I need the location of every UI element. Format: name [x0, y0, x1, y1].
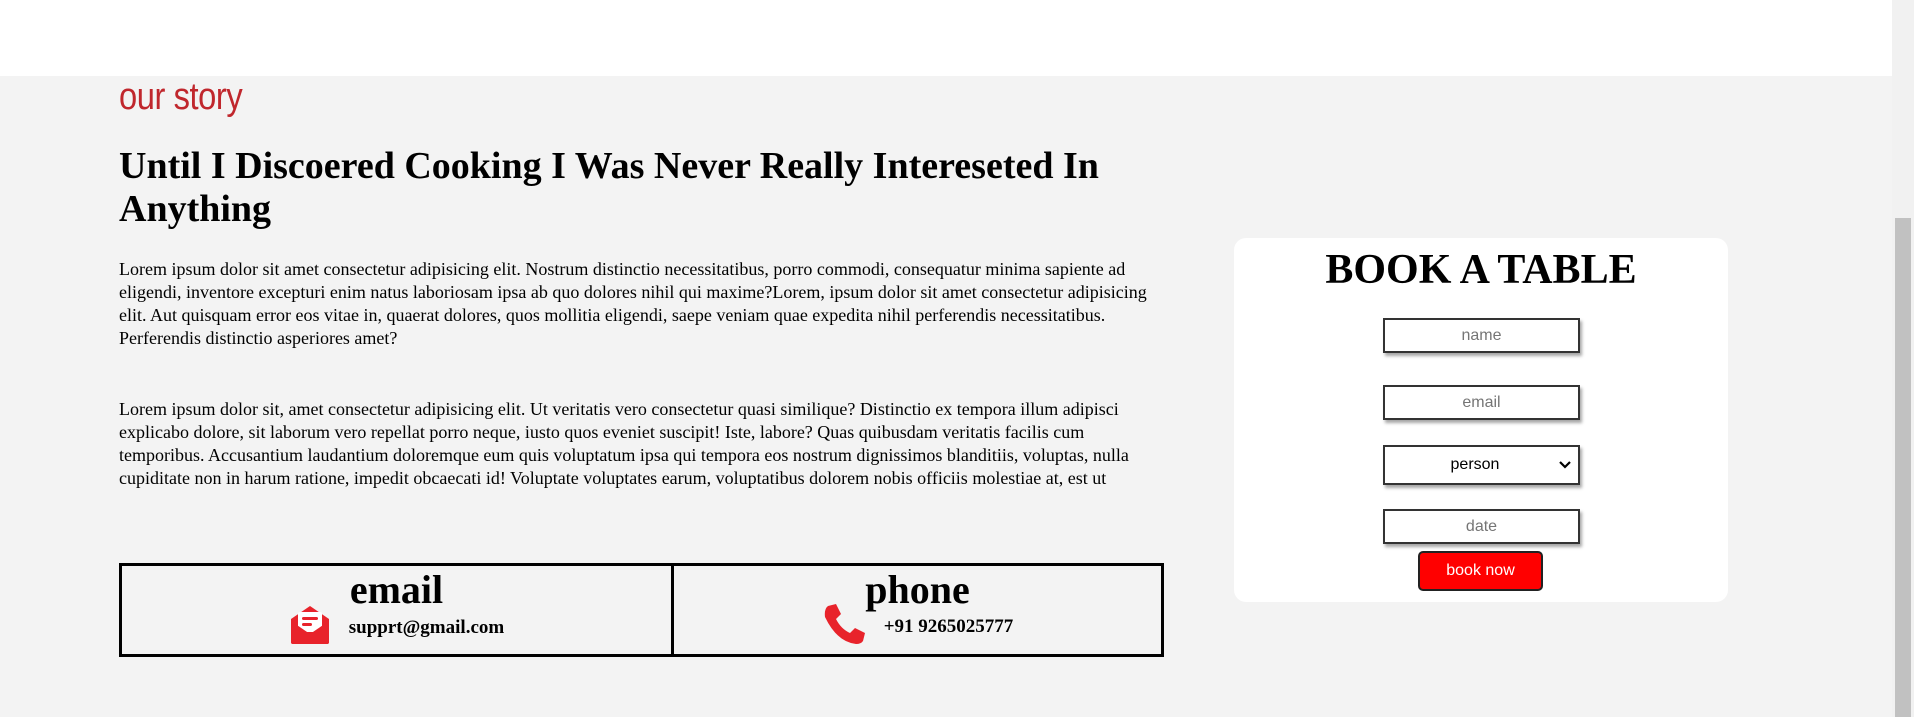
chevron-down-icon [1559, 447, 1571, 496]
scrollbar[interactable] [1892, 0, 1914, 717]
contact-phone-value[interactable]: +91 9265025777 [884, 616, 1014, 638]
story-paragraph-2: Lorem ipsum dolor sit, amet consectetur … [119, 399, 1129, 488]
date-input[interactable]: date [1383, 509, 1580, 544]
envelope-open-icon [289, 605, 331, 650]
contact-phone-row: +91 9265025777 [674, 603, 1161, 650]
story-headline: Until I Discoered Cooking I Was Never Re… [119, 145, 1099, 230]
email-input[interactable]: email [1383, 385, 1580, 420]
contact-phone-cell: phone +91 9265025777 [674, 566, 1161, 654]
phone-icon [822, 603, 866, 650]
person-select-value: person [1450, 456, 1500, 473]
booking-title: BOOK A TABLE [1325, 247, 1637, 293]
story-paragraph-1: Lorem ipsum dolor sit amet consectetur a… [119, 259, 1147, 348]
book-now-button[interactable]: book now [1418, 551, 1543, 591]
person-select[interactable]: person [1383, 445, 1580, 485]
contact-email-value[interactable]: supprt@gmail.com [349, 617, 504, 639]
booking-form: BOOK A TABLE name email person date book… [1234, 238, 1728, 602]
scrollbar-thumb[interactable] [1895, 218, 1911, 717]
top-header [0, 0, 1892, 76]
contact-table: email supprt@gmail.com phone +91 9265025… [119, 563, 1164, 657]
story-section: our story Until I Discoered Cooking I Wa… [0, 76, 1892, 717]
name-input[interactable]: name [1383, 318, 1580, 353]
contact-email-cell: email supprt@gmail.com [122, 566, 674, 654]
contact-email-row: supprt@gmail.com [122, 605, 671, 650]
section-eyebrow: our story [119, 76, 243, 118]
